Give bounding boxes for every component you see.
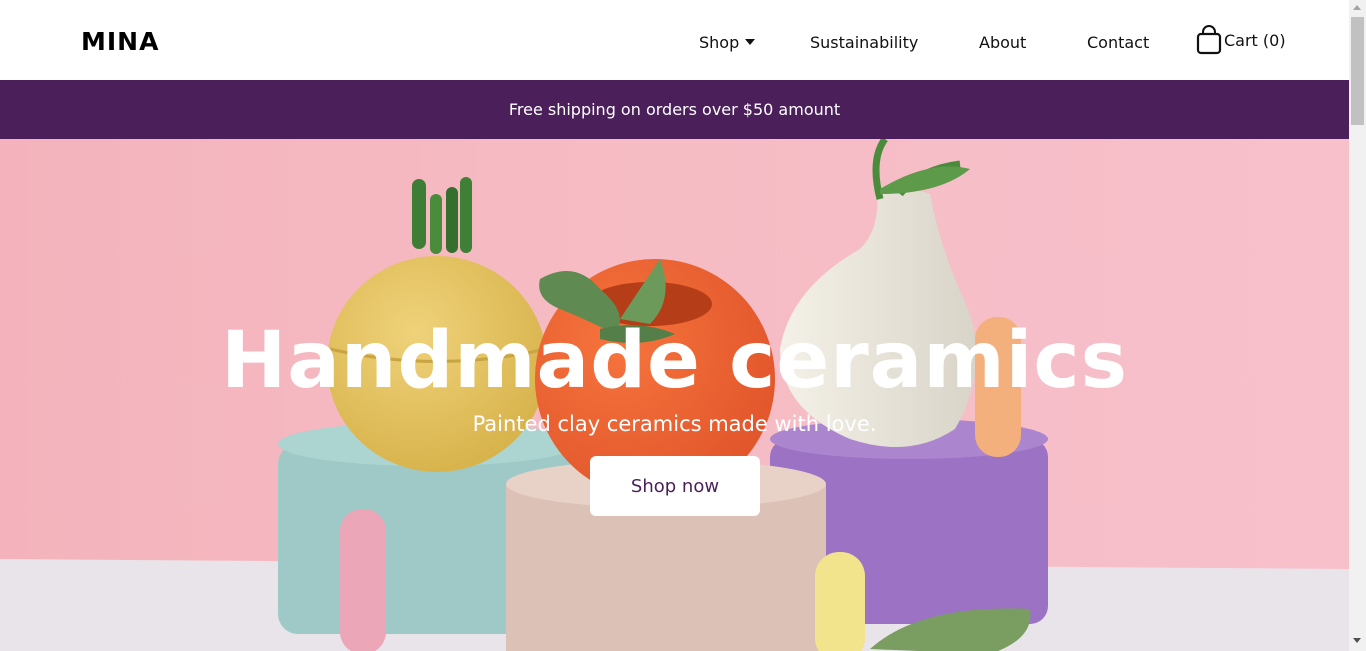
shopping-bag-icon — [1196, 25, 1224, 55]
nav-about[interactable]: About — [979, 31, 1026, 53]
caret-down-icon — [745, 39, 756, 45]
cart-label: Cart (0) — [1224, 30, 1286, 50]
shipping-banner-text: Free shipping on orders over $50 amount — [508, 100, 841, 119]
hero-subtitle: Painted clay ceramics made with love. — [472, 412, 877, 436]
hero-title: Handmade ceramics — [221, 316, 1128, 406]
page: MINA Shop Sustainability About Contact C… — [0, 0, 1349, 651]
site-header: MINA Shop Sustainability About Contact C… — [0, 0, 1349, 80]
nav-sustainability[interactable]: Sustainability — [810, 31, 918, 53]
shop-now-button[interactable]: Shop now — [590, 456, 760, 516]
cart-link[interactable]: Cart (0) — [1196, 25, 1286, 55]
scroll-up-arrow-icon[interactable] — [1353, 5, 1361, 10]
scroll-down-arrow-icon[interactable] — [1353, 638, 1361, 643]
nav-shop-label: Shop — [699, 32, 740, 52]
nav-shop[interactable]: Shop — [699, 31, 756, 53]
shipping-banner: Free shipping on orders over $50 amount — [0, 80, 1349, 139]
scroll-thumb[interactable] — [1351, 17, 1364, 125]
hero-section: Handmade ceramics Painted clay ceramics … — [0, 139, 1349, 651]
page-scrollbar[interactable] — [1349, 0, 1366, 651]
logo[interactable]: MINA — [81, 27, 159, 56]
nav-contact[interactable]: Contact — [1087, 31, 1149, 53]
